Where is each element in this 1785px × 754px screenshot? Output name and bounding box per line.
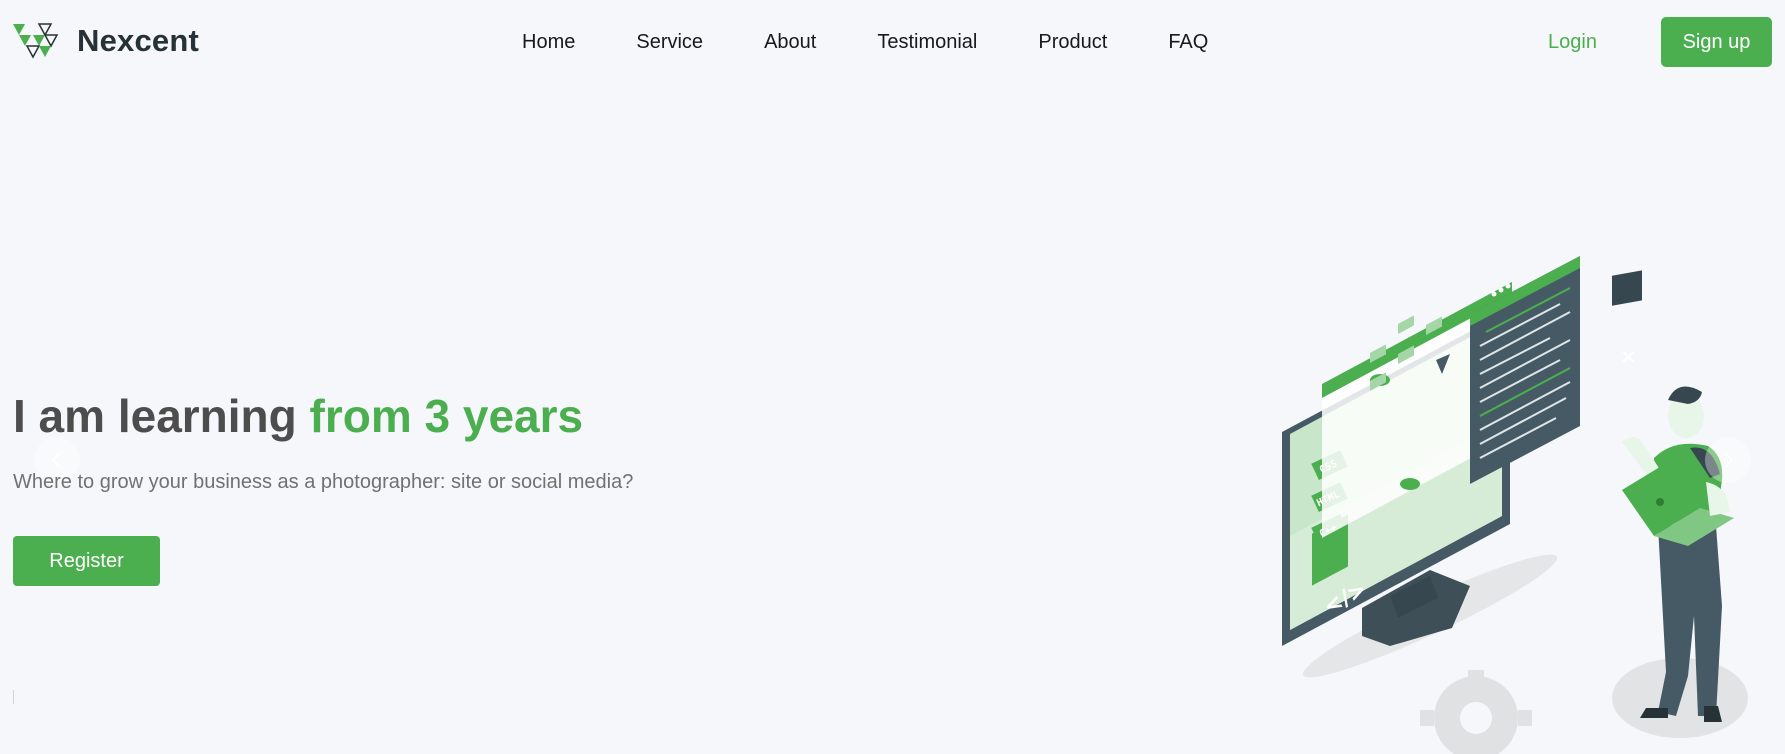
hero-title: I am learning from 3 years <box>13 388 583 444</box>
brand-name: Nexcent <box>77 23 200 58</box>
nav-product[interactable]: Product <box>1038 28 1107 56</box>
login-link[interactable]: Login <box>1548 28 1597 56</box>
main-nav: Home Service About Testimonial Product F… <box>522 28 1208 56</box>
signup-button[interactable]: Sign up <box>1661 17 1772 67</box>
nav-about[interactable]: About <box>764 28 816 56</box>
brand-logo[interactable]: Nexcent <box>13 22 199 60</box>
chevron-left-icon <box>51 452 61 468</box>
nav-testimonial[interactable]: Testimonial <box>877 28 977 56</box>
carousel-indicator[interactable] <box>13 690 14 704</box>
hero-title-accent: from 3 years <box>309 390 584 442</box>
svg-text:✕: ✕ <box>1620 345 1637 369</box>
developer-illustration: </> CSS HTML C++ ✕ <box>1282 256 1748 754</box>
hero-subtitle: Where to grow your business as a photogr… <box>13 471 634 493</box>
nav-service[interactable]: Service <box>636 28 703 56</box>
carousel-next-button[interactable] <box>1705 437 1751 483</box>
nav-home[interactable]: Home <box>522 28 575 56</box>
nav-faq[interactable]: FAQ <box>1168 28 1208 56</box>
register-button[interactable]: Register <box>13 536 160 586</box>
chevron-right-icon <box>1724 452 1734 468</box>
hero-title-main: I am learning <box>13 390 310 442</box>
nexcent-logo-icon <box>13 23 59 59</box>
site-header: Nexcent Home Service About Testimonial P… <box>0 0 1785 84</box>
